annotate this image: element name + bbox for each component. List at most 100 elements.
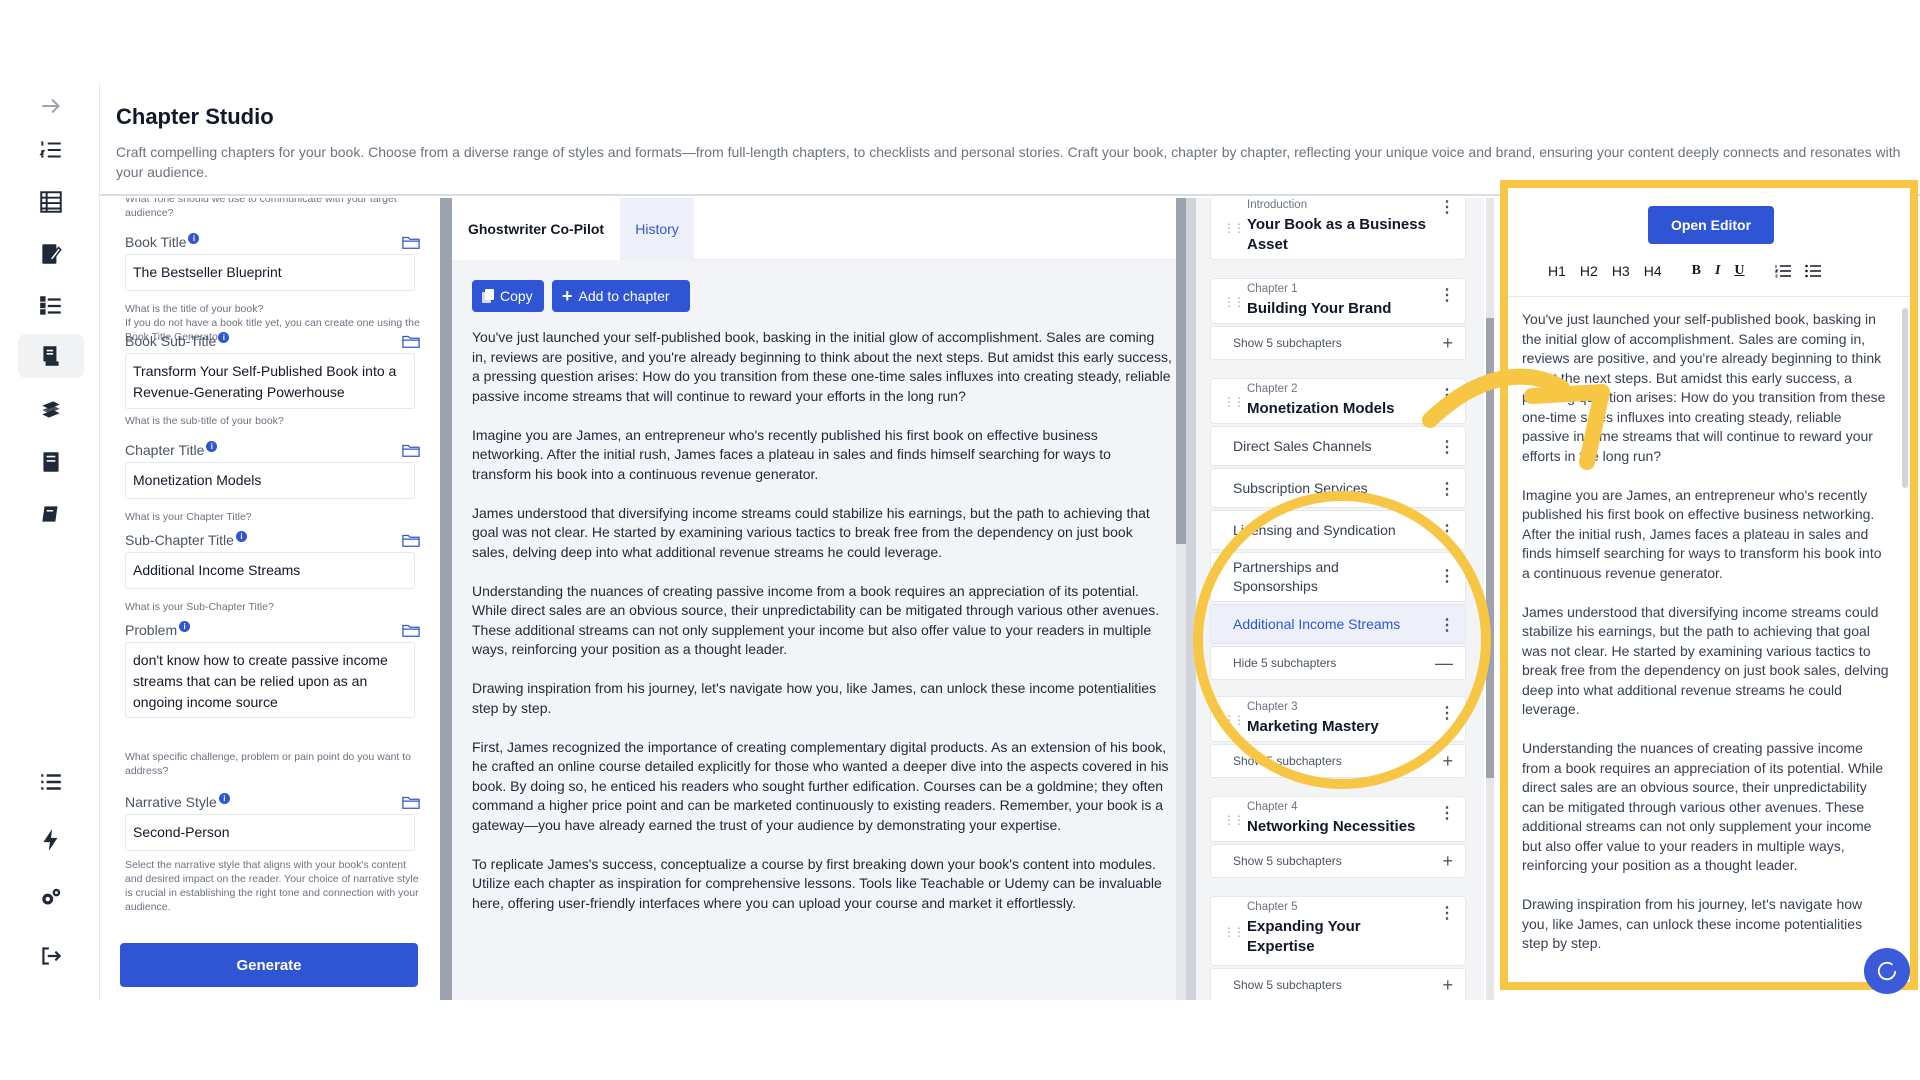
show-subchapters-toggle[interactable]: Show 5 subchapters + — [1210, 744, 1466, 778]
kebab-menu-icon[interactable]: ⋮ — [1439, 479, 1455, 499]
editor-scroll-thumb[interactable] — [1902, 308, 1908, 488]
bullet-list-icon[interactable] — [1804, 264, 1821, 278]
drag-handle-icon[interactable]: ⋮⋮ — [1223, 221, 1245, 235]
chat-support-icon[interactable] — [1864, 948, 1910, 994]
drag-handle-icon[interactable]: ⋮⋮ — [1223, 925, 1245, 939]
numbered-list-icon[interactable] — [18, 128, 84, 172]
show-subchapters-toggle[interactable]: Show 5 subchapters + — [1210, 968, 1466, 1000]
chapter-form: What Tone should we use to communicate w… — [100, 198, 440, 1000]
book-stack-icon[interactable] — [18, 388, 84, 432]
folder-icon[interactable] — [402, 442, 420, 458]
folder-icon[interactable] — [402, 234, 420, 250]
checklist-icon[interactable] — [18, 284, 84, 328]
kebab-menu-icon[interactable]: ⋮ — [1439, 285, 1455, 305]
editor-paragraph[interactable]: You've just launched your self-published… — [1522, 310, 1892, 466]
copilot-scrollbar[interactable] — [1176, 198, 1186, 1000]
underline-button[interactable]: U — [1734, 263, 1744, 279]
scroll-thumb[interactable] — [1486, 318, 1494, 778]
open-editor-button[interactable]: Open Editor — [1648, 206, 1774, 244]
table-icon[interactable] — [18, 180, 84, 224]
show-subchapters-toggle[interactable]: Show 5 subchapters + — [1210, 844, 1466, 878]
tab-ghostwriter[interactable]: Ghostwriter Co-Pilot — [452, 198, 620, 260]
kebab-menu-icon[interactable]: ⋮ — [1439, 903, 1455, 923]
subchapter-item-active[interactable]: Additional Income Streams ⋮ — [1210, 604, 1466, 644]
heading1-button[interactable]: H1 — [1548, 263, 1566, 279]
notepad-pen-icon[interactable] — [18, 232, 84, 276]
info-icon[interactable]: i — [218, 331, 230, 343]
folder-icon[interactable] — [402, 622, 420, 638]
book-title-label: Book Title i — [125, 232, 430, 250]
info-icon[interactable]: i — [235, 530, 247, 542]
hide-subchapters-toggle[interactable]: Hide 5 subchapters — — [1210, 646, 1466, 680]
book-icon[interactable] — [18, 492, 84, 536]
add-to-chapter-button[interactable]: + Add to chapter — [552, 280, 690, 312]
chapter-card-1[interactable]: ⋮⋮ Chapter 1 Building Your Brand ⋮ — [1210, 278, 1466, 324]
generate-button[interactable]: Generate — [120, 943, 418, 987]
info-icon[interactable]: i — [188, 232, 200, 244]
editor-paragraph[interactable]: James understood that diversifying incom… — [1522, 603, 1892, 720]
drag-handle-icon[interactable]: ⋮⋮ — [1223, 295, 1245, 309]
kebab-menu-icon[interactable]: ⋮ — [1439, 615, 1455, 635]
tone-help-text: What Tone should we use to communicate w… — [125, 198, 397, 219]
book-title-input[interactable]: The Bestseller Blueprint — [125, 254, 415, 291]
tab-history[interactable]: History — [620, 198, 694, 260]
bold-button[interactable]: B — [1692, 263, 1701, 279]
list-icon[interactable] — [18, 760, 84, 804]
lightning-icon[interactable] — [18, 818, 84, 862]
info-icon[interactable]: i — [179, 620, 191, 632]
copy-button[interactable]: Copy — [472, 280, 544, 312]
chapter-title-input[interactable]: Monetization Models — [125, 462, 415, 499]
plus-icon: + — [562, 286, 573, 306]
kebab-menu-icon[interactable]: ⋮ — [1439, 521, 1455, 541]
kebab-menu-icon[interactable]: ⋮ — [1439, 703, 1455, 723]
subchapter-item[interactable]: Partnerships and Sponsorships ⋮ — [1210, 552, 1466, 602]
chapter-card-5[interactable]: ⋮⋮ Chapter 5 Expanding Your Expertise ⋮ — [1210, 896, 1466, 966]
book-title-label-text: Book Title — [125, 234, 187, 250]
kebab-menu-icon[interactable]: ⋮ — [1439, 198, 1455, 217]
drag-handle-icon[interactable]: ⋮⋮ — [1223, 813, 1245, 827]
chapter-card-2[interactable]: ⋮⋮ Chapter 2 Monetization Models ⋮ — [1210, 378, 1466, 424]
book-subtitle-input[interactable]: Transform Your Self-Published Book into … — [125, 353, 415, 409]
subchapter-item[interactable]: Direct Sales Channels ⋮ — [1210, 426, 1466, 466]
kebab-menu-icon[interactable]: ⋮ — [1439, 437, 1455, 457]
editor-content[interactable]: You've just launched your self-published… — [1522, 310, 1892, 973]
editor-paragraph[interactable]: Imagine you are James, an entrepreneur w… — [1522, 486, 1892, 584]
chapter-title: Building Your Brand — [1247, 300, 1392, 317]
folder-icon[interactable] — [402, 794, 420, 810]
subchapter-item[interactable]: Licensing and Syndication ⋮ — [1210, 510, 1466, 550]
kebab-menu-icon[interactable]: ⋮ — [1439, 385, 1455, 405]
editor-paragraph[interactable]: Drawing inspiration from his journey, le… — [1522, 895, 1892, 954]
italic-button[interactable]: I — [1715, 263, 1720, 279]
heading3-button[interactable]: H3 — [1612, 263, 1630, 279]
chapter-title: Monetization Models — [1247, 400, 1395, 417]
info-icon[interactable]: i — [218, 792, 230, 804]
kebab-menu-icon[interactable]: ⋮ — [1439, 567, 1455, 586]
narrative-style-select[interactable]: Second-Person — [125, 814, 415, 851]
chapter-title-help: What is your Chapter Title? — [125, 511, 252, 523]
drag-handle-icon[interactable]: ⋮⋮ — [1223, 713, 1245, 727]
expand-arrow-icon[interactable] — [18, 84, 84, 128]
document-stack-icon[interactable] — [18, 440, 84, 484]
heading4-button[interactable]: H4 — [1644, 263, 1662, 279]
subchapter-title-input[interactable]: Additional Income Streams — [125, 552, 415, 589]
show-subchapters-toggle[interactable]: Show 5 subchapters + — [1210, 326, 1466, 360]
kebab-menu-icon[interactable]: ⋮ — [1439, 803, 1455, 823]
gears-icon[interactable] — [18, 876, 84, 920]
outline-scrollbar[interactable] — [1486, 198, 1494, 1000]
problem-input[interactable]: don't know how to create passive income … — [125, 642, 415, 718]
ordered-list-icon[interactable] — [1774, 264, 1791, 278]
folder-icon[interactable] — [402, 532, 420, 548]
scroll-thumb[interactable] — [1176, 198, 1186, 544]
editor-paragraph[interactable]: Understanding the nuances of creating pa… — [1522, 739, 1892, 876]
chapter-card-4[interactable]: ⋮⋮ Chapter 4 Networking Necessities ⋮ — [1210, 796, 1466, 842]
scroll-book-icon[interactable] — [18, 334, 84, 378]
copy-icon — [482, 289, 494, 303]
heading2-button[interactable]: H2 — [1580, 263, 1598, 279]
folder-icon[interactable] — [402, 333, 420, 349]
intro-card[interactable]: ⋮⋮ Introduction Your Book as a Business … — [1210, 198, 1466, 260]
drag-handle-icon[interactable]: ⋮⋮ — [1223, 395, 1245, 409]
subchapter-item[interactable]: Subscription Services ⋮ — [1210, 468, 1466, 508]
info-icon[interactable]: i — [206, 440, 218, 452]
chapter-card-3[interactable]: ⋮⋮ Chapter 3 Marketing Mastery ⋮ — [1210, 696, 1466, 742]
logout-icon[interactable] — [18, 934, 84, 978]
